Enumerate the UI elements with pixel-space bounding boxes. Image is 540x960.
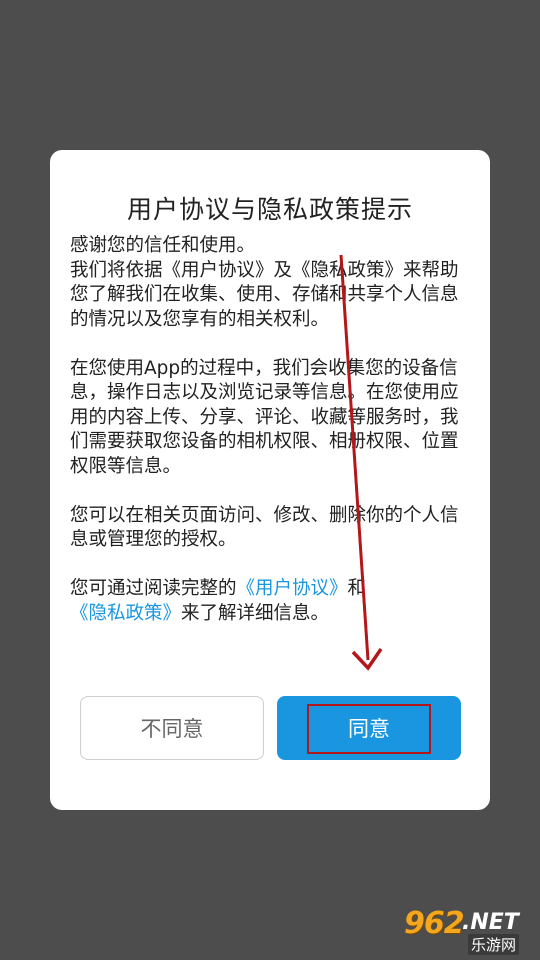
links-prefix: 您可通过阅读完整的 xyxy=(70,578,237,599)
intro-text: 我们将依据《用户协议》及《隐私政策》来帮助您了解我们在收集、使用、存储和共享个人… xyxy=(70,259,459,330)
site-watermark: 962 .NET 乐游网 xyxy=(398,902,534,955)
agree-button[interactable]: 同意 xyxy=(277,696,461,760)
watermark-sub: 乐游网 xyxy=(468,934,520,955)
annotation-highlight-box xyxy=(307,704,431,754)
dialog-body: 感谢您的信任和使用。 我们将依据《用户协议》及《隐私政策》来帮助您了解我们在收集… xyxy=(70,234,476,626)
watermark-domain: .NET xyxy=(462,910,519,935)
paragraph-intro: 感谢您的信任和使用。 我们将依据《用户协议》及《隐私政策》来帮助您了解我们在收集… xyxy=(70,234,476,332)
links-and: 和 xyxy=(347,578,367,599)
user-agreement-link[interactable]: 《用户协议》 xyxy=(237,578,348,599)
paragraph-manage: 您可以在相关页面访问、修改、删除你的个人信息或管理您的授权。 xyxy=(70,504,459,551)
privacy-policy-link[interactable]: 《隐私政策》 xyxy=(70,603,181,624)
watermark-number: 962 xyxy=(404,906,465,941)
paragraph-links: 您可通过阅读完整的《用户协议》和《隐私政策》来了解详细信息。 xyxy=(70,577,476,626)
decline-button[interactable]: 不同意 xyxy=(80,696,264,760)
dialog-title: 用户协议与隐私政策提示 xyxy=(126,195,413,224)
intro-line: 感谢您的信任和使用。 xyxy=(70,235,256,256)
paragraph-data-collection: 在您使用App的过程中，我们会收集您的设备信息，操作日志以及浏览记录等信息。在您… xyxy=(70,357,459,477)
links-suffix: 来了解详细信息。 xyxy=(181,602,330,624)
privacy-dialog: 用户协议与隐私政策提示 感谢您的信任和使用。 我们将依据《用户协议》及《隐私政策… xyxy=(50,150,490,810)
